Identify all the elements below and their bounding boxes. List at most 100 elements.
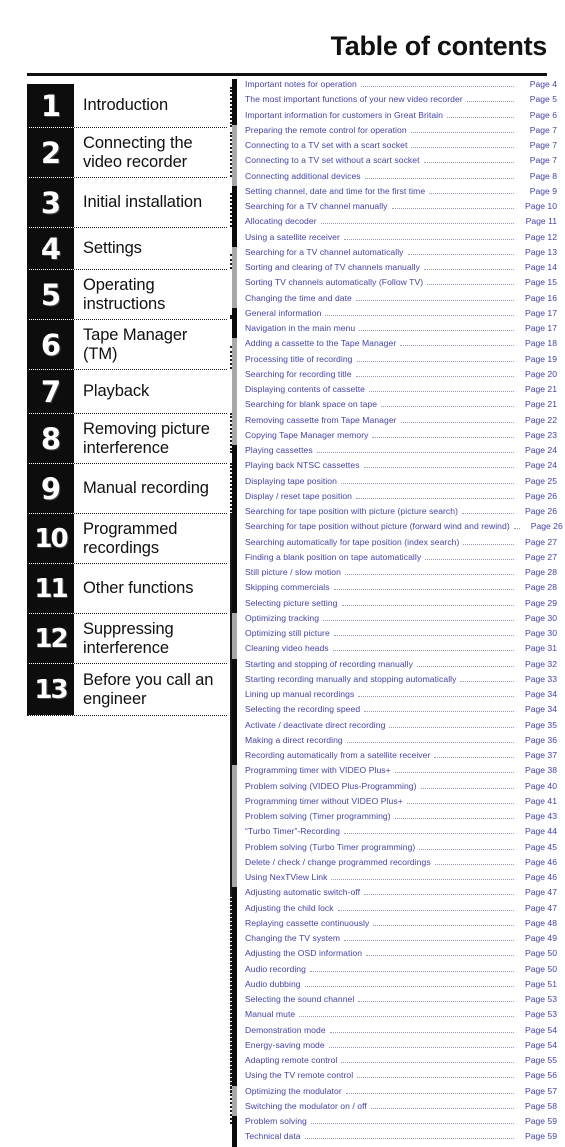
toc-entry[interactable]: Removing cassette from Tape Manager Page … bbox=[232, 414, 557, 430]
toc-entry[interactable]: Manual mute Page 53 bbox=[232, 1009, 557, 1025]
toc-entry[interactable]: Connecting additional devices Page 8 bbox=[232, 170, 557, 186]
chapter-item-11[interactable]: 11 Other functions bbox=[27, 564, 227, 614]
toc-entry[interactable]: Making a direct recording Page 36 bbox=[232, 734, 557, 750]
toc-entry[interactable]: Activate / deactivate direct recording Pa… bbox=[232, 719, 557, 735]
chapter-item-6[interactable]: 6 Tape Manager (TM) bbox=[27, 320, 227, 370]
toc-entry[interactable]: Starting recording manually and stopping… bbox=[232, 673, 557, 689]
toc-entry[interactable]: The most important functions of your new… bbox=[232, 94, 557, 110]
toc-entry[interactable]: Adjusting the OSD information Page 50 bbox=[232, 948, 557, 964]
toc-group-marker bbox=[232, 1131, 237, 1147]
toc-entry[interactable]: Problem solving (Turbo Timer programming… bbox=[232, 841, 557, 857]
toc-entry[interactable]: Searching for a TV channel automatically… bbox=[232, 246, 557, 262]
toc-entry[interactable]: Playing cassettes Page 24 bbox=[232, 445, 557, 461]
toc-entry[interactable]: Allocating decoder Page 11 bbox=[232, 216, 557, 232]
toc-entry[interactable]: “Turbo Timer”-Recording Page 44 bbox=[232, 826, 557, 842]
toc-entry[interactable]: Adapting remote control Page 55 bbox=[232, 1055, 557, 1071]
chapter-item-7[interactable]: 7 Playback bbox=[27, 370, 227, 414]
chapter-item-4[interactable]: 4 Settings bbox=[27, 228, 227, 270]
toc-entry[interactable]: Problem solving (Timer programming) Page … bbox=[232, 811, 557, 827]
toc-entry[interactable]: Searching for recording title Page 20 bbox=[232, 368, 557, 384]
chapter-item-3[interactable]: 3 Initial installation bbox=[27, 178, 227, 228]
toc-entry[interactable]: Finding a blank position on tape automat… bbox=[232, 551, 557, 567]
toc-entry[interactable]: Adding a cassette to the Tape Manager Pag… bbox=[232, 338, 557, 354]
toc-entry[interactable]: Recording automatically from a satellite… bbox=[232, 750, 557, 766]
chapter-item-9[interactable]: 9 Manual recording bbox=[27, 464, 227, 514]
toc-entry[interactable]: Playing back NTSC cassettes Page 24 bbox=[232, 460, 557, 476]
toc-group-marker bbox=[232, 277, 237, 293]
toc-group-marker bbox=[232, 1055, 237, 1071]
toc-entry[interactable]: Sorting and clearing of TV channels manu… bbox=[232, 262, 557, 278]
toc-entry[interactable]: Switching the modulator on / off Page 58 bbox=[232, 1100, 557, 1116]
toc-entry-page: Page 57 bbox=[524, 1085, 557, 1096]
toc-entry[interactable]: Selecting picture setting Page 29 bbox=[232, 597, 557, 613]
toc-entry[interactable]: Navigation in the main menu Page 17 bbox=[232, 323, 557, 339]
toc-group-marker bbox=[232, 1009, 237, 1025]
toc-entry[interactable]: Starting and stopping of recording manua… bbox=[232, 658, 557, 674]
toc-group-marker bbox=[232, 429, 237, 445]
chapter-item-2[interactable]: 2 Connecting the video recorder bbox=[27, 128, 227, 178]
chapter-item-8[interactable]: 8 Removing picture interference bbox=[27, 414, 227, 464]
toc-entry[interactable]: Audio dubbing Page 51 bbox=[232, 978, 557, 994]
toc-entry[interactable]: Adjusting the child lock Page 47 bbox=[232, 902, 557, 918]
toc-entry-title: Navigation in the main menu bbox=[245, 323, 356, 333]
chapter-item-12[interactable]: 12 Suppressing interference bbox=[27, 614, 227, 664]
toc-entry[interactable]: Optimizing the modulator Page 57 bbox=[232, 1085, 557, 1101]
toc-entry[interactable]: Searching for blank space on tape Page 21 bbox=[232, 399, 557, 415]
toc-entry[interactable]: Optimizing tracking Page 30 bbox=[232, 612, 557, 628]
toc-leader-dots bbox=[356, 360, 514, 362]
toc-entry[interactable]: Preparing the remote control for operati… bbox=[232, 124, 557, 140]
toc-entry[interactable]: Setting channel, date and time for the f… bbox=[232, 185, 557, 201]
toc-entry[interactable]: Copying Tape Manager memory Page 23 bbox=[232, 429, 557, 445]
toc-entry[interactable]: Energy-saving mode Page 54 bbox=[232, 1039, 557, 1055]
toc-entry[interactable]: Replaying cassette continuously Page 48 bbox=[232, 917, 557, 933]
toc-entry[interactable]: Searching automatically for tape positio… bbox=[232, 536, 557, 552]
toc-entry[interactable]: Problem solving (VIDEO Plus-Programming)… bbox=[232, 780, 557, 796]
toc-entry[interactable]: Using the TV remote control Page 56 bbox=[232, 1070, 557, 1086]
toc-entry-page: Page 40 bbox=[524, 780, 557, 791]
toc-entry[interactable]: Programming timer without VIDEO Plus+ Pag… bbox=[232, 795, 557, 811]
toc-entry[interactable]: Changing the time and date Page 16 bbox=[232, 292, 557, 308]
toc-entry[interactable]: Adjusting automatic switch-off Page 47 bbox=[232, 887, 557, 903]
toc-entry[interactable]: Searching for a TV channel manually Page … bbox=[232, 201, 557, 217]
toc-leader-dots bbox=[332, 649, 514, 652]
toc-entry[interactable]: Changing the TV system Page 49 bbox=[232, 933, 557, 949]
toc-entry[interactable]: Cleaning video heads Page 31 bbox=[232, 643, 557, 659]
toc-entry[interactable]: Demonstration mode Page 54 bbox=[232, 1024, 557, 1040]
toc-entry[interactable]: Connecting to a TV set without a scart s… bbox=[232, 155, 557, 171]
toc-entry[interactable]: General information Page 17 bbox=[232, 307, 557, 323]
toc-entry[interactable]: Connecting to a TV set with a scart sock… bbox=[232, 140, 557, 156]
toc-entry[interactable]: Still picture / slow motion Page 28 bbox=[232, 567, 557, 583]
toc-entry-title: Selecting the recording speed bbox=[245, 704, 361, 715]
toc-leader-dots bbox=[344, 939, 514, 941]
toc-entry[interactable]: Problem solving Page 59 bbox=[232, 1116, 557, 1132]
page-title: Table of contents bbox=[330, 31, 548, 61]
toc-entry[interactable]: Technical data Page 59 bbox=[232, 1131, 557, 1147]
chapter-item-1[interactable]: 1 Introduction bbox=[27, 84, 227, 128]
toc-entry[interactable]: Lining up manual recordings Page 34 bbox=[232, 689, 557, 705]
toc-entry[interactable]: Processing title of recording Page 19 bbox=[232, 353, 557, 369]
toc-entry[interactable]: Selecting the sound channel Page 53 bbox=[232, 994, 557, 1010]
toc-entry[interactable]: Sorting TV channels automatically (Follo… bbox=[232, 277, 557, 293]
toc-entry[interactable]: Audio recording Page 50 bbox=[232, 963, 557, 979]
toc-entry[interactable]: Using a satellite receiver Page 12 bbox=[232, 231, 557, 247]
toc-entry-title: Playing back NTSC cassettes bbox=[245, 460, 360, 471]
toc-entry[interactable]: Display / reset tape position Page 26 bbox=[232, 490, 557, 506]
toc-entry[interactable]: Important information for customers in G… bbox=[232, 109, 557, 125]
toc-entry[interactable]: Skipping commercials Page 28 bbox=[232, 582, 557, 598]
chapter-item-5[interactable]: 5 Operating instructions bbox=[27, 270, 227, 320]
toc-group-marker bbox=[232, 384, 237, 400]
toc-entry[interactable]: Displaying contents of cassette Page 21 bbox=[232, 384, 557, 400]
toc-entry[interactable]: Selecting the recording speed Page 34 bbox=[232, 704, 557, 720]
toc-group-marker bbox=[232, 292, 237, 308]
toc-entry[interactable]: Displaying tape position Page 25 bbox=[232, 475, 557, 491]
chapter-item-13[interactable]: 13 Before you call an engineer bbox=[27, 664, 227, 716]
toc-entry[interactable]: Optimizing still picture Page 30 bbox=[232, 628, 557, 644]
toc-entry[interactable]: Delete / check / change programmed recor… bbox=[232, 856, 557, 872]
toc-entry[interactable]: Using NexTView Link Page 46 bbox=[232, 872, 557, 888]
toc-entry[interactable]: Searching for tape position with picture… bbox=[232, 506, 557, 522]
toc-entry-page: Page 46 bbox=[524, 872, 557, 882]
toc-entry[interactable]: Programming timer with VIDEO Plus+ Page 3… bbox=[232, 765, 557, 781]
toc-entry[interactable]: Searching for tape position without pict… bbox=[232, 521, 563, 537]
chapter-item-10[interactable]: 10 Programmed recordings bbox=[27, 514, 227, 564]
toc-entry[interactable]: Important notes for operation Page 4 bbox=[232, 79, 557, 95]
